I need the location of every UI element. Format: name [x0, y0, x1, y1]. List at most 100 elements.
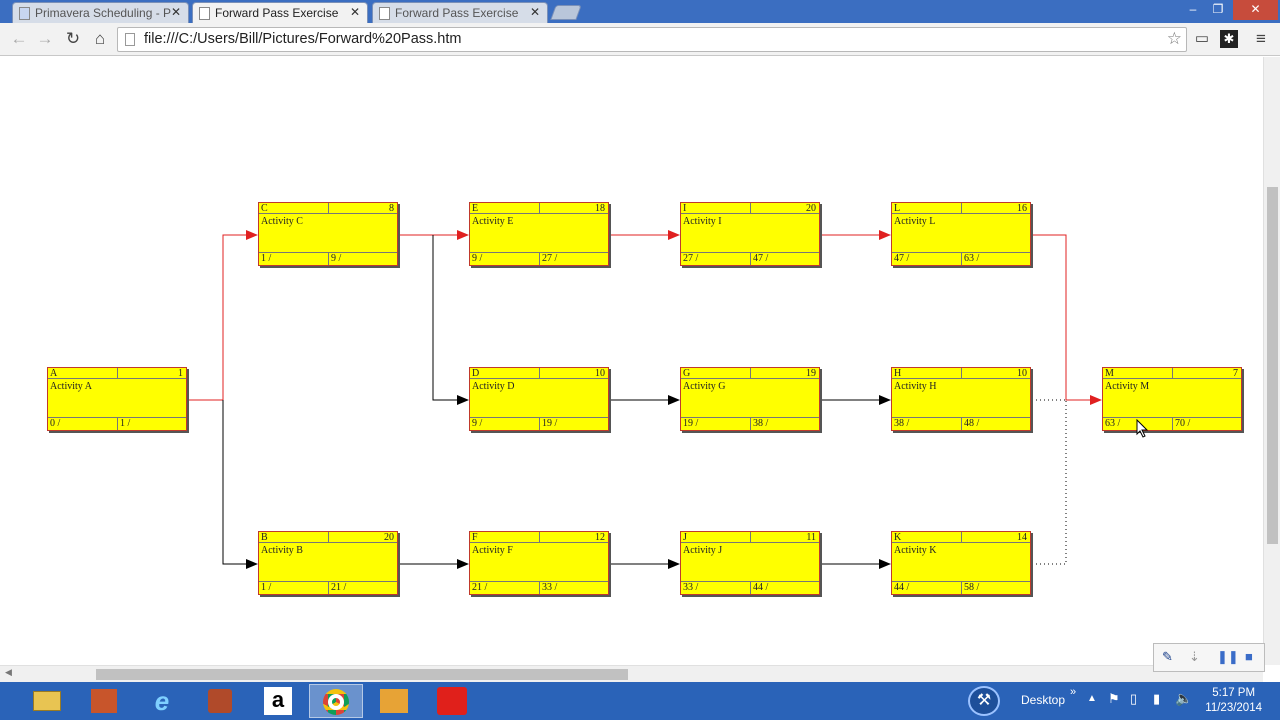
outlook-icon[interactable]: [367, 684, 421, 718]
network-icon[interactable]: ▮: [1153, 691, 1160, 707]
tab-primavera-scheduling[interactable]: Primavera Scheduling - P ✕: [12, 2, 189, 23]
volume-icon[interactable]: 🔈: [1175, 690, 1192, 707]
activity-id: J: [683, 532, 687, 543]
activity-id: D: [472, 368, 480, 379]
mouse-cursor-icon: [1136, 419, 1149, 438]
internet-explorer-icon[interactable]: e: [135, 684, 189, 718]
early-start: 1 /: [261, 582, 272, 593]
tab-forward-pass-exercise-active[interactable]: Forward Pass Exercise ✕: [192, 2, 368, 23]
close-window-icon[interactable]: ✕: [1233, 0, 1278, 20]
chrome-icon[interactable]: [309, 684, 363, 718]
url-text[interactable]: file:///C:/Users/Bill/Pictures/Forward%2…: [144, 31, 461, 47]
reload-icon[interactable]: ↻: [62, 28, 84, 50]
tab-title: Forward Pass Exercise: [215, 6, 339, 20]
pointer-icon[interactable]: ⇣: [1189, 649, 1200, 665]
chevron-right-icon[interactable]: »: [1070, 686, 1076, 698]
menu-icon[interactable]: ≡: [1250, 28, 1272, 50]
new-tab-button[interactable]: [550, 5, 582, 20]
close-icon[interactable]: ✕: [171, 5, 181, 19]
activity-box-i[interactable]: I 20 Activity I 27 / 47 /: [680, 202, 820, 266]
cast-icon[interactable]: ▭: [1191, 28, 1213, 50]
activity-box-h[interactable]: H 10 Activity H 38 / 48 /: [891, 367, 1031, 431]
early-finish: 19 /: [542, 418, 558, 429]
activity-name: Activity B: [261, 545, 303, 556]
back-icon[interactable]: ←: [8, 28, 30, 50]
early-start: 19 /: [683, 418, 699, 429]
amazon-icon[interactable]: a: [251, 684, 305, 718]
minimize-icon[interactable]: ‒: [1182, 0, 1204, 20]
early-start: 1 /: [261, 253, 272, 264]
early-finish: 44 /: [753, 582, 769, 593]
activity-box-l[interactable]: L 16 Activity L 47 / 63 /: [891, 202, 1031, 266]
early-finish: 48 /: [964, 418, 980, 429]
early-finish: 58 /: [964, 582, 980, 593]
early-finish: 21 /: [331, 582, 347, 593]
annotation-toolbar: ✎ ⇣ ❚❚ ■: [1153, 643, 1265, 672]
activity-duration: 10: [1017, 368, 1027, 379]
flag-icon[interactable]: ⚑: [1108, 691, 1120, 707]
show-hidden-icons[interactable]: ▲: [1087, 693, 1097, 704]
activity-duration: 10: [595, 368, 605, 379]
activity-name: Activity L: [894, 216, 936, 227]
activity-box-k[interactable]: K 14 Activity K 44 / 58 /: [891, 531, 1031, 595]
activity-box-a[interactable]: A 1 Activity A 0 / 1 /: [47, 367, 187, 431]
activity-duration: 11: [806, 532, 816, 543]
activity-duration: 1: [178, 368, 183, 379]
early-finish: 9 /: [331, 253, 342, 264]
media-icon[interactable]: [193, 684, 247, 718]
scroll-left-icon[interactable]: ◀: [5, 667, 12, 678]
activity-box-g[interactable]: G 19 Activity G 19 / 38 /: [680, 367, 820, 431]
activity-box-f[interactable]: F 12 Activity F 21 / 33 /: [469, 531, 609, 595]
early-start: 33 /: [683, 582, 699, 593]
tab-title: Primavera Scheduling - P: [35, 6, 172, 20]
activity-box-b[interactable]: B 20 Activity B 1 / 21 /: [258, 531, 398, 595]
pen-icon[interactable]: ✎: [1162, 649, 1173, 665]
activity-id: I: [683, 203, 687, 214]
activity-id: A: [50, 368, 58, 379]
activity-duration: 19: [806, 368, 816, 379]
early-finish: 33 /: [542, 582, 558, 593]
early-start: 27 /: [683, 253, 699, 264]
close-icon[interactable]: ✕: [350, 5, 360, 19]
activity-duration: 8: [389, 203, 394, 214]
power-icon[interactable]: ▯: [1130, 691, 1137, 707]
windows-taskbar: e a ⚒ Desktop » ▲ ⚑ ▯ ▮ 🔈 5:17 PM 11/23/…: [0, 682, 1280, 720]
activity-box-e[interactable]: E 18 Activity E 9 / 27 /: [469, 202, 609, 266]
wrench-app-icon[interactable]: ⚒: [968, 686, 1000, 716]
activity-name: Activity A: [50, 381, 92, 392]
activity-name: Activity H: [894, 381, 937, 392]
link-l-m: [1032, 234, 1102, 405]
early-finish: 27 /: [542, 253, 558, 264]
horizontal-scrollbar[interactable]: ◀: [0, 665, 1263, 682]
tab-forward-pass-exercise[interactable]: Forward Pass Exercise ✕: [372, 2, 548, 23]
scrollbar-thumb[interactable]: [1267, 187, 1278, 544]
activity-id: H: [894, 368, 902, 379]
early-finish: 63 /: [964, 253, 980, 264]
activity-name: Activity M: [1105, 381, 1150, 392]
activity-box-c[interactable]: C 8 Activity C 1 / 9 /: [258, 202, 398, 266]
home-icon[interactable]: ⌂: [89, 28, 111, 50]
activity-box-d[interactable]: D 10 Activity D 9 / 19 /: [469, 367, 609, 431]
vertical-scrollbar[interactable]: [1263, 57, 1280, 665]
extension-icon[interactable]: ✱: [1220, 30, 1238, 48]
system-clock[interactable]: 5:17 PM 11/23/2014: [1205, 686, 1262, 716]
activity-id: K: [894, 532, 902, 543]
activity-box-m[interactable]: M 7 Activity M 63 / 70 /: [1102, 367, 1242, 431]
close-icon[interactable]: ✕: [530, 5, 540, 19]
star-icon[interactable]: ☆: [1167, 29, 1182, 49]
address-bar[interactable]: file:///C:/Users/Bill/Pictures/Forward%2…: [117, 27, 1187, 52]
activity-id: C: [261, 203, 268, 214]
grid-page-icon: [19, 7, 30, 20]
powerpoint-icon[interactable]: [77, 684, 131, 718]
file-explorer-icon[interactable]: [20, 684, 74, 718]
activity-box-j[interactable]: J 11 Activity J 33 / 44 /: [680, 531, 820, 595]
oracle-icon[interactable]: [425, 684, 479, 718]
stop-icon[interactable]: ■: [1245, 649, 1253, 664]
desktop-toolbar-label[interactable]: Desktop: [1021, 693, 1065, 707]
link-c-d: [432, 235, 469, 405]
forward-icon[interactable]: →: [34, 28, 56, 50]
restore-icon[interactable]: ❐: [1206, 0, 1230, 20]
pause-icon[interactable]: ❚❚: [1217, 649, 1239, 665]
scrollbar-thumb[interactable]: [96, 669, 628, 680]
early-start: 9 /: [472, 418, 483, 429]
